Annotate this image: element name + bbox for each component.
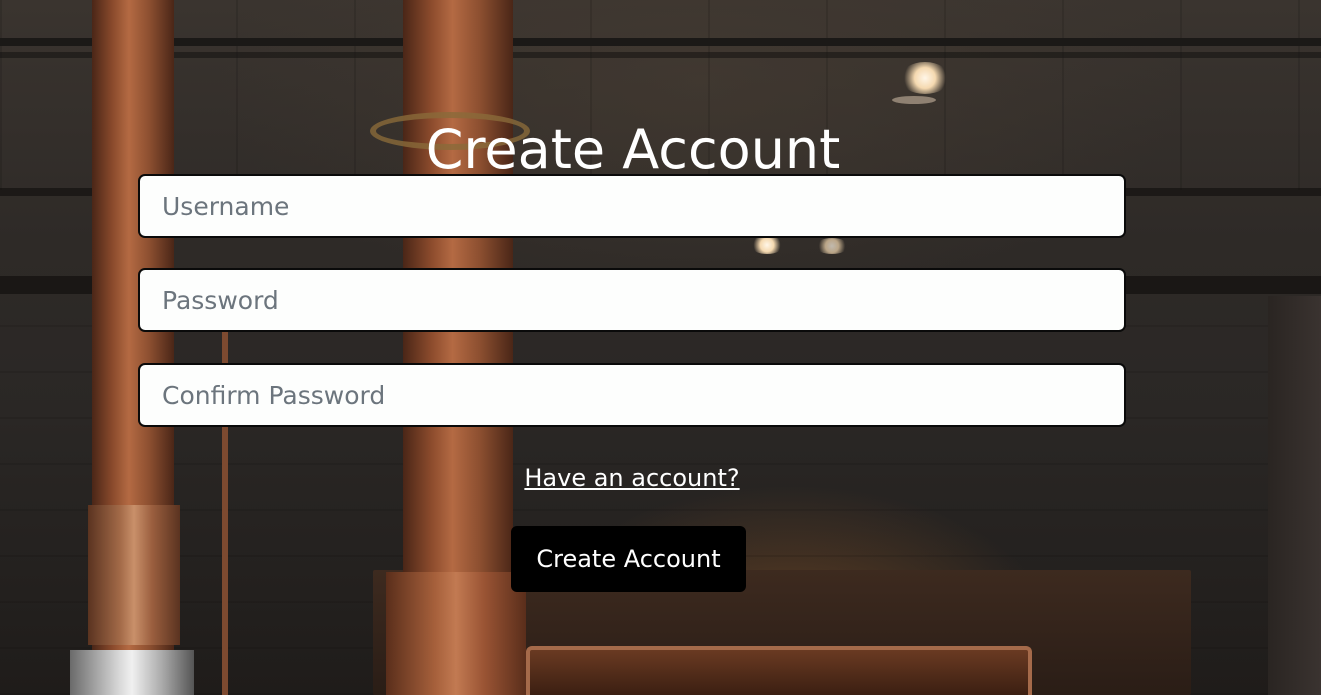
ceiling-pipe (0, 38, 1321, 46)
lamp-shade (892, 96, 936, 104)
ceiling-lamp (750, 236, 784, 254)
copper-pillar-collar (88, 505, 180, 645)
oven-door (526, 646, 1032, 695)
have-account-link[interactable]: Have an account? (524, 464, 739, 492)
ceiling-lamp (900, 62, 950, 94)
wall-panel (1268, 296, 1321, 695)
copper-pillar-base (70, 650, 194, 695)
confirm-password-input[interactable] (138, 363, 1126, 427)
create-account-button[interactable]: Create Account (511, 526, 746, 592)
ceiling-lamp (815, 238, 849, 254)
ceiling-beam (0, 52, 1321, 58)
password-input[interactable] (138, 268, 1126, 332)
username-input[interactable] (138, 174, 1126, 238)
copper-pillar-collar (386, 572, 526, 695)
login-link-container: Have an account? (0, 460, 1264, 496)
